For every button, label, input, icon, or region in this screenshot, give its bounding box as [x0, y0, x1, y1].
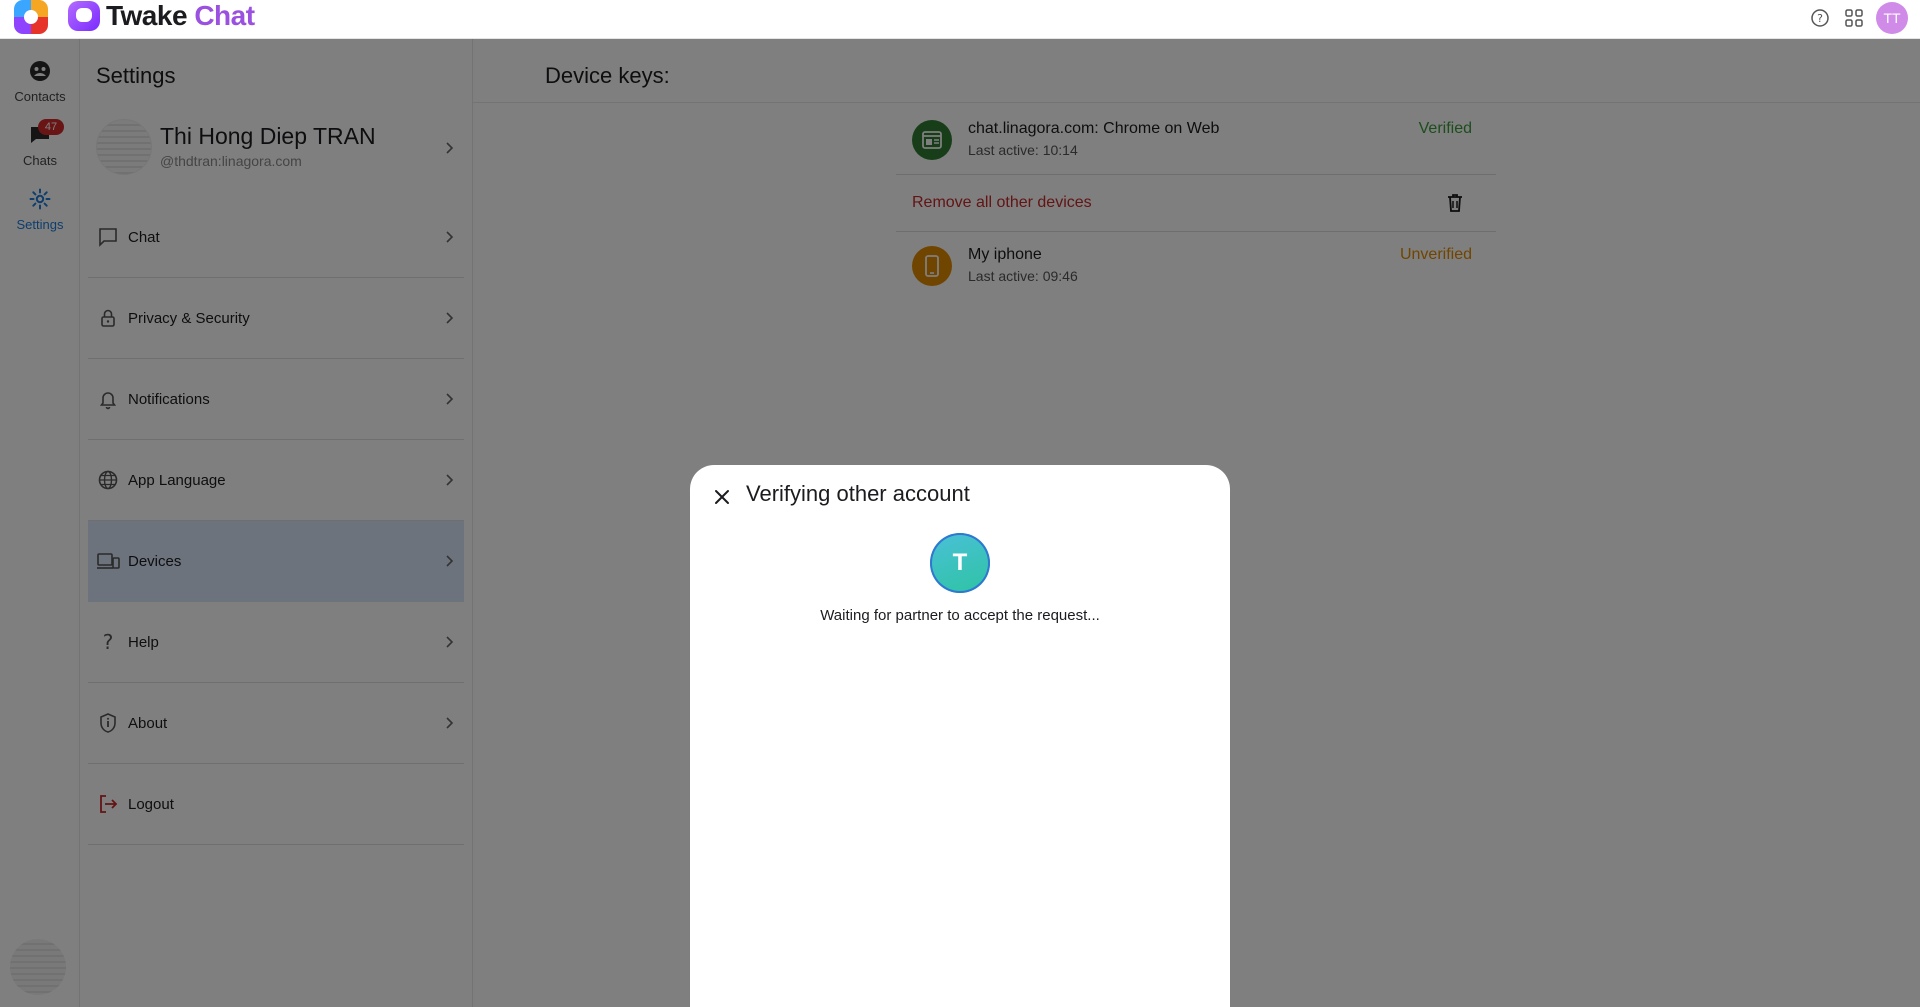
brand-logo: Twake Chat	[68, 0, 255, 32]
top-actions: ? TT	[1808, 2, 1908, 34]
dialog-title: Verifying other account	[746, 481, 970, 506]
apps-grid-icon[interactable]	[1842, 6, 1866, 30]
chat-bubble-logo-icon	[68, 1, 100, 31]
help-circle-icon[interactable]: ?	[1808, 6, 1832, 30]
verification-dialog: Verifying other account T Waiting for pa…	[690, 465, 1230, 1007]
close-icon	[715, 490, 729, 504]
top-bar: Twake Chat ? TT	[0, 0, 1920, 39]
close-dialog-button[interactable]	[706, 481, 738, 513]
brand-name: Twake Chat	[106, 0, 255, 31]
dialog-status-message: Waiting for partner to accept the reques…	[820, 607, 1100, 624]
app-launcher-logo-icon[interactable]	[14, 0, 48, 34]
user-avatar[interactable]: TT	[1876, 2, 1908, 34]
partner-avatar: T	[930, 533, 990, 593]
svg-text:?: ?	[1817, 12, 1823, 25]
